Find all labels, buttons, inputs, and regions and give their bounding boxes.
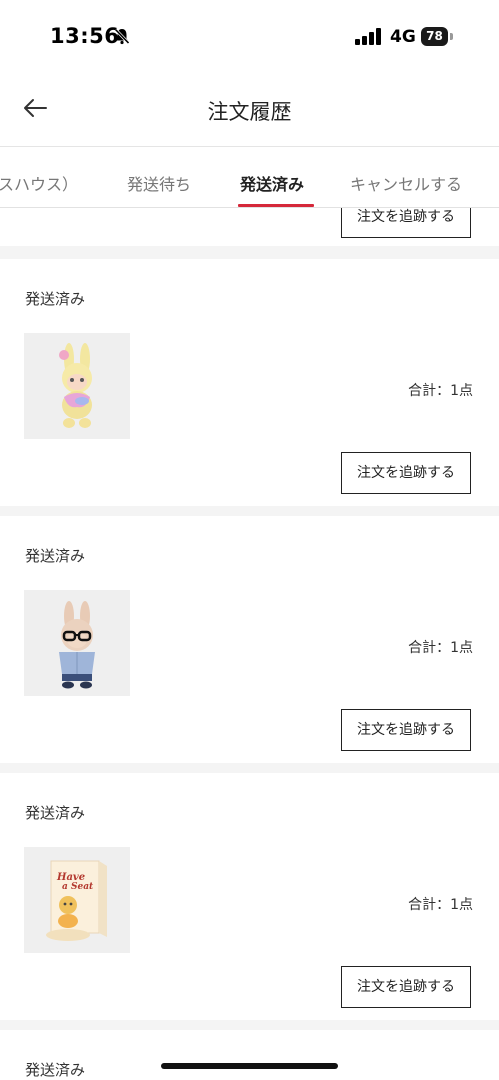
track-order-button[interactable]: 注文を追跡する bbox=[341, 709, 471, 751]
nav-bar: 注文履歴 bbox=[0, 72, 499, 147]
yellow-bunny-figure-icon[interactable] bbox=[24, 333, 130, 439]
status-bar: 13:56 4G 78 bbox=[0, 0, 499, 72]
active-tab-indicator bbox=[238, 204, 314, 207]
signal-icon bbox=[355, 28, 383, 45]
tab-warehouse[interactable]: スハウス） bbox=[0, 171, 78, 195]
tab-awaiting-shipment[interactable]: 発送待ち bbox=[127, 171, 191, 195]
order-status: 発送済み bbox=[25, 1061, 86, 1079]
bell-muted-icon bbox=[113, 27, 131, 49]
order-card: 注文を追跡する bbox=[0, 208, 499, 246]
battery-level: 78 bbox=[426, 29, 443, 43]
order-status-tabs: スハウス） 発送待ち 発送済み キャンセルする bbox=[0, 147, 499, 208]
network-type: 4G bbox=[390, 27, 416, 47]
order-status: 発送済み bbox=[25, 290, 86, 308]
battery-icon: 78 bbox=[421, 27, 453, 46]
svg-text:a Seat: a Seat bbox=[62, 882, 94, 892]
order-card[interactable]: 発送済み 合計：1点 注文を追跡する bbox=[0, 259, 499, 506]
track-order-button[interactable]: 注文を追跡する bbox=[341, 966, 471, 1008]
tab-cancelled[interactable]: キャンセルする bbox=[350, 171, 462, 195]
order-total: 合計：1点 bbox=[408, 897, 473, 913]
order-card[interactable]: 発送済み bbox=[0, 1030, 499, 1080]
order-card[interactable]: 発送済み Have a Seat 合計：1点 注文を追跡する bbox=[0, 773, 499, 1020]
home-indicator[interactable] bbox=[161, 1063, 338, 1069]
tab-shipped[interactable]: 発送済み bbox=[240, 171, 304, 195]
page-title: 注文履歴 bbox=[207, 100, 292, 124]
blind-box-icon[interactable]: Have a Seat bbox=[24, 847, 130, 953]
status-time: 13:56 bbox=[50, 24, 120, 48]
order-card[interactable]: 発送済み 合計：1点 注文を追跡する bbox=[0, 516, 499, 763]
order-list: 注文を追跡する 発送済み 合計：1点 注文を追跡する 発送済み 合計：1点 注文… bbox=[0, 208, 499, 1080]
order-total: 合計：1点 bbox=[408, 640, 473, 656]
glasses-bunny-figure-icon[interactable] bbox=[24, 590, 130, 696]
track-order-button[interactable]: 注文を追跡する bbox=[341, 452, 471, 494]
order-total: 合計：1点 bbox=[408, 383, 473, 399]
order-status: 発送済み bbox=[25, 804, 86, 822]
order-status: 発送済み bbox=[25, 547, 86, 565]
track-order-button[interactable]: 注文を追跡する bbox=[341, 208, 471, 238]
